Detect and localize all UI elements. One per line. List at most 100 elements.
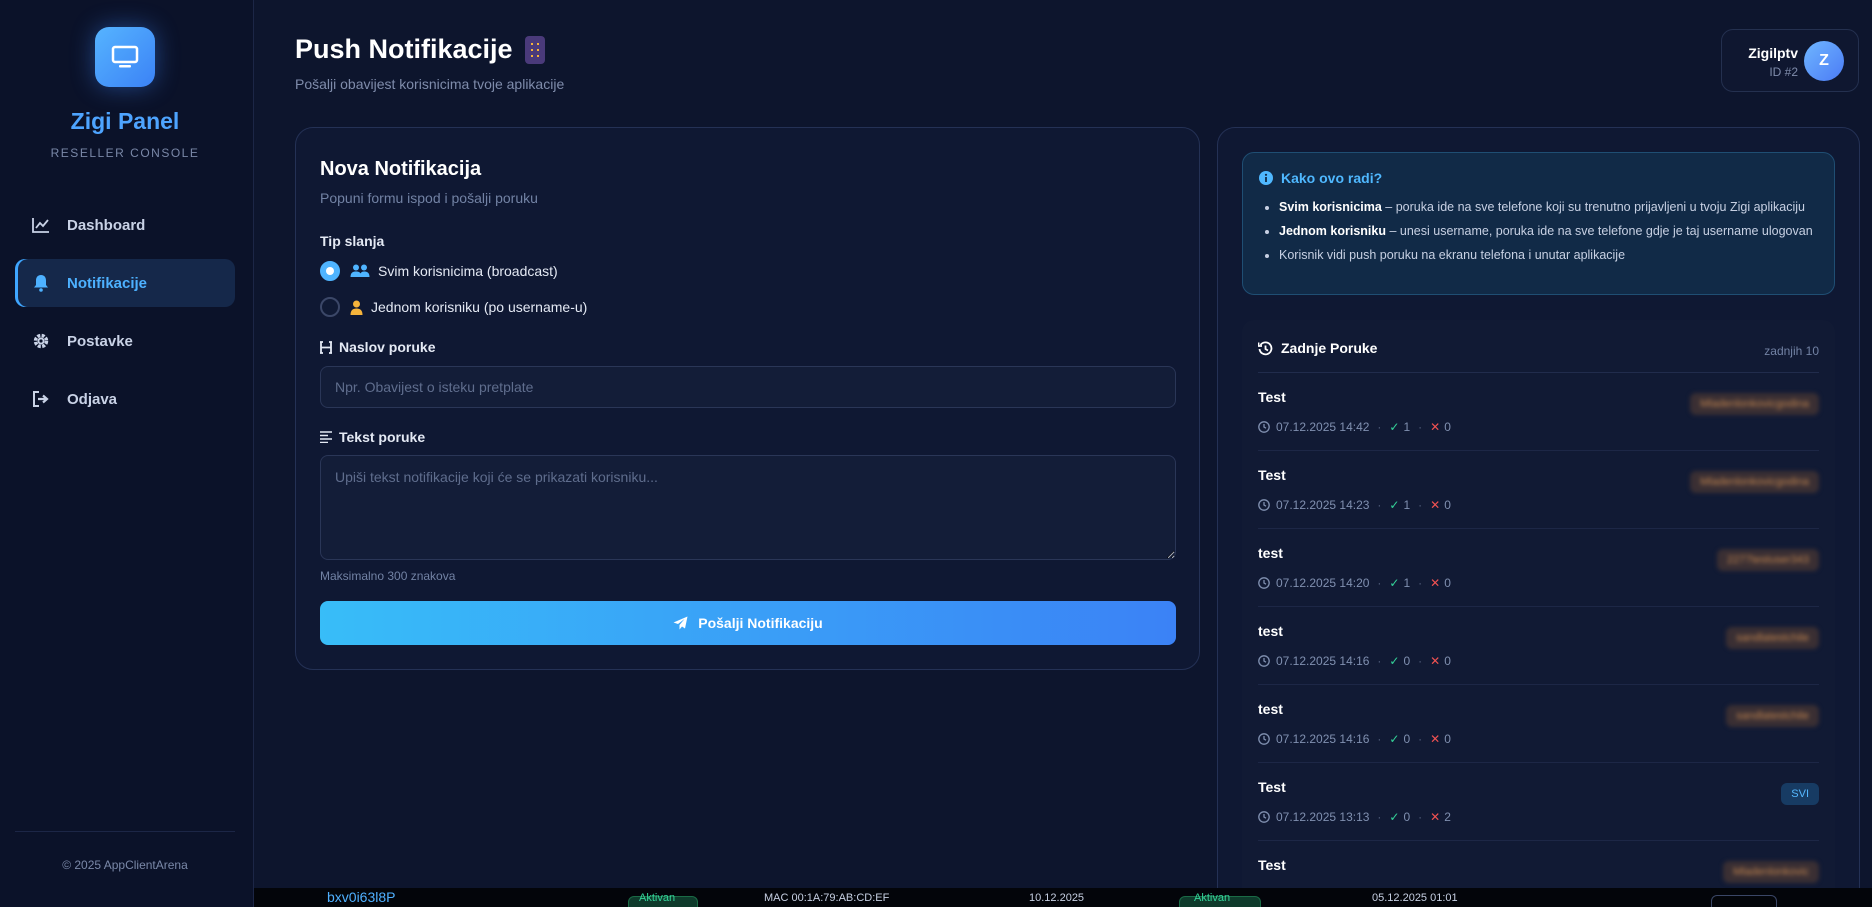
user-id: ID #2: [1769, 65, 1798, 79]
message-title: test: [1258, 545, 1283, 561]
success-count: 0: [1403, 732, 1411, 746]
success-count: 0: [1403, 654, 1411, 668]
sidebar-item-label: Notifikacije: [67, 274, 148, 292]
message-title: Test: [1258, 389, 1286, 405]
radio-label-single-user: Jednom korisniku (po username-u): [371, 299, 588, 315]
message-row[interactable]: test sandlatestchile 07.12.2025 14:16 · ✓ 0 · ✕…: [1258, 607, 1819, 685]
strip-username[interactable]: bxv0i63l8P: [327, 889, 396, 905]
separator: ·: [1377, 810, 1382, 824]
info-item: Korisnik vidi push poruku na ekranu tele…: [1279, 248, 1829, 262]
gear-icon: [31, 331, 51, 351]
strip-action-button[interactable]: [1711, 895, 1777, 907]
sidebar-item-postavke[interactable]: Postavke: [15, 317, 235, 365]
message-row[interactable]: test 2277testuser343 07.12.2025 14:20 · ✓ 1 · ✕…: [1258, 529, 1819, 607]
bell-icon: [31, 273, 51, 293]
separator: ·: [1377, 732, 1382, 746]
text-field-label: Tekst poruke: [320, 429, 425, 445]
character-limit-hint: Maksimalno 300 znakova: [320, 569, 456, 583]
info-panel: Kako ovo radi? Svim korisnicima – poruka…: [1217, 127, 1860, 907]
x-icon: ✕: [1430, 810, 1441, 824]
heading-icon: [320, 340, 332, 354]
message-title: test: [1258, 701, 1283, 717]
message-title-input[interactable]: [320, 366, 1176, 408]
success-count: 1: [1403, 576, 1411, 590]
fail-count: 0: [1444, 420, 1451, 434]
text-field-label-text: Tekst poruke: [339, 429, 426, 445]
x-icon: ✕: [1430, 576, 1441, 590]
sidebar-item-odjava[interactable]: Odjava: [15, 375, 235, 423]
clock-icon: [1258, 811, 1270, 823]
recent-messages-count: zadnjih 10: [1764, 344, 1819, 358]
form-title: Nova Notifikacija: [320, 158, 482, 180]
check-icon: ✓: [1389, 810, 1400, 824]
strip-status-text-2: Aktivan: [1194, 892, 1231, 904]
send-notification-button[interactable]: Pošalji Notifikaciju: [320, 601, 1176, 645]
users-icon: [350, 264, 370, 278]
x-icon: ✕: [1430, 420, 1441, 434]
message-recipient-badge: 2277testuser343: [1717, 549, 1819, 571]
check-icon: ✓: [1389, 420, 1400, 434]
separator: ·: [1377, 420, 1382, 434]
radio-single-user[interactable]: Jednom korisniku (po username-u): [320, 297, 587, 317]
sidebar-item-dashboard[interactable]: Dashboard: [15, 201, 235, 249]
clock-icon: [1258, 421, 1270, 433]
message-meta: 07.12.2025 14:42 · ✓ 1 · ✕ 0: [1258, 420, 1451, 434]
how-it-works-box: Kako ovo radi? Svim korisnicima – poruka…: [1242, 152, 1835, 295]
info-title: Kako ovo radi?: [1259, 170, 1382, 186]
x-icon: ✕: [1430, 498, 1441, 512]
message-row[interactable]: Test SVI 07.12.2025 13:13 · ✓ 0 · ✕ 2: [1258, 763, 1819, 841]
radio-button-broadcast[interactable]: [320, 261, 340, 281]
message-recipient-badge: sandlatestchile: [1726, 705, 1819, 727]
sidebar-item-label: Dashboard: [67, 216, 146, 234]
sidebar-divider: [15, 831, 235, 832]
message-meta: 07.12.2025 13:13 · ✓ 0 · ✕ 2: [1258, 810, 1451, 824]
copyright: © 2025 AppClientArena: [62, 858, 188, 872]
fail-count: 0: [1444, 732, 1451, 746]
check-icon: ✓: [1389, 654, 1400, 668]
message-row[interactable]: Test Mladenlonkovicgodina 07.12.2025 14:42…: [1258, 373, 1819, 451]
message-time: 07.12.2025 14:42: [1276, 420, 1370, 434]
message-meta: 07.12.2025 14:23 · ✓ 1 · ✕ 0: [1258, 498, 1451, 512]
send-type-label: Tip slanja: [320, 233, 385, 249]
phone-emoji-icon: [524, 35, 545, 64]
info-list: Svim korisnicima – poruka ide na sve tel…: [1279, 200, 1829, 272]
separator: ·: [1418, 732, 1423, 746]
separator: ·: [1418, 498, 1423, 512]
notification-form-card: Nova Notifikacija Popuni formu ispod i p…: [295, 127, 1200, 670]
x-icon: ✕: [1430, 732, 1441, 746]
success-count: 1: [1403, 498, 1411, 512]
strip-status-text: Aktivan: [639, 892, 676, 904]
radio-button-single-user[interactable]: [320, 297, 340, 317]
sidebar-item-notifikacije[interactable]: Notifikacije: [15, 259, 235, 307]
avatar[interactable]: Z: [1804, 41, 1844, 81]
separator: ·: [1418, 654, 1423, 668]
form-subtitle: Popuni formu ispod i pošalji poruku: [320, 190, 538, 206]
clock-icon: [1258, 733, 1270, 745]
radio-broadcast[interactable]: Svim korisnicima (broadcast): [320, 261, 558, 281]
user-card[interactable]: Zigilptv ID #2 Z: [1721, 29, 1859, 92]
message-time: 07.12.2025 14:16: [1276, 732, 1370, 746]
recent-messages-title: Zadnje Poruke: [1258, 340, 1377, 356]
message-meta: 07.12.2025 14:16 · ✓ 0 · ✕ 0: [1258, 732, 1451, 746]
message-title: Test: [1258, 779, 1286, 795]
message-row[interactable]: Test Mladenlonkovicgodina 07.12.2025 14:23…: [1258, 451, 1819, 529]
sidebar-nav: Dashboard Notifikacije Postavke Odjava: [15, 201, 235, 433]
user-icon: [350, 300, 363, 315]
page-subtitle: Pošalji obavijest korisnicima tvoje apli…: [295, 76, 565, 92]
align-left-icon: [320, 431, 332, 443]
separator: ·: [1377, 654, 1382, 668]
success-count: 0: [1403, 810, 1411, 824]
strip-mac: MAC 00:1A:79:AB:CD:EF: [764, 892, 890, 904]
clock-icon: [1258, 499, 1270, 511]
separator: ·: [1418, 576, 1423, 590]
message-recipient-badge: SVI: [1781, 783, 1819, 805]
success-count: 1: [1403, 420, 1411, 434]
fail-count: 0: [1444, 654, 1451, 668]
message-text-input[interactable]: [320, 455, 1176, 560]
bottom-overlay-row: bxv0i63l8P Aktivan MAC 00:1A:79:AB:CD:EF…: [254, 888, 1872, 907]
message-meta: 07.12.2025 14:16 · ✓ 0 · ✕ 0: [1258, 654, 1451, 668]
message-row[interactable]: test sandlatestchile 07.12.2025 14:16 · ✓ 0 · ✕…: [1258, 685, 1819, 763]
strip-datetime: 05.12.2025 01:01: [1372, 892, 1458, 904]
monitor-logo-icon: [95, 27, 155, 87]
info-title-text: Kako ovo radi?: [1281, 170, 1383, 186]
